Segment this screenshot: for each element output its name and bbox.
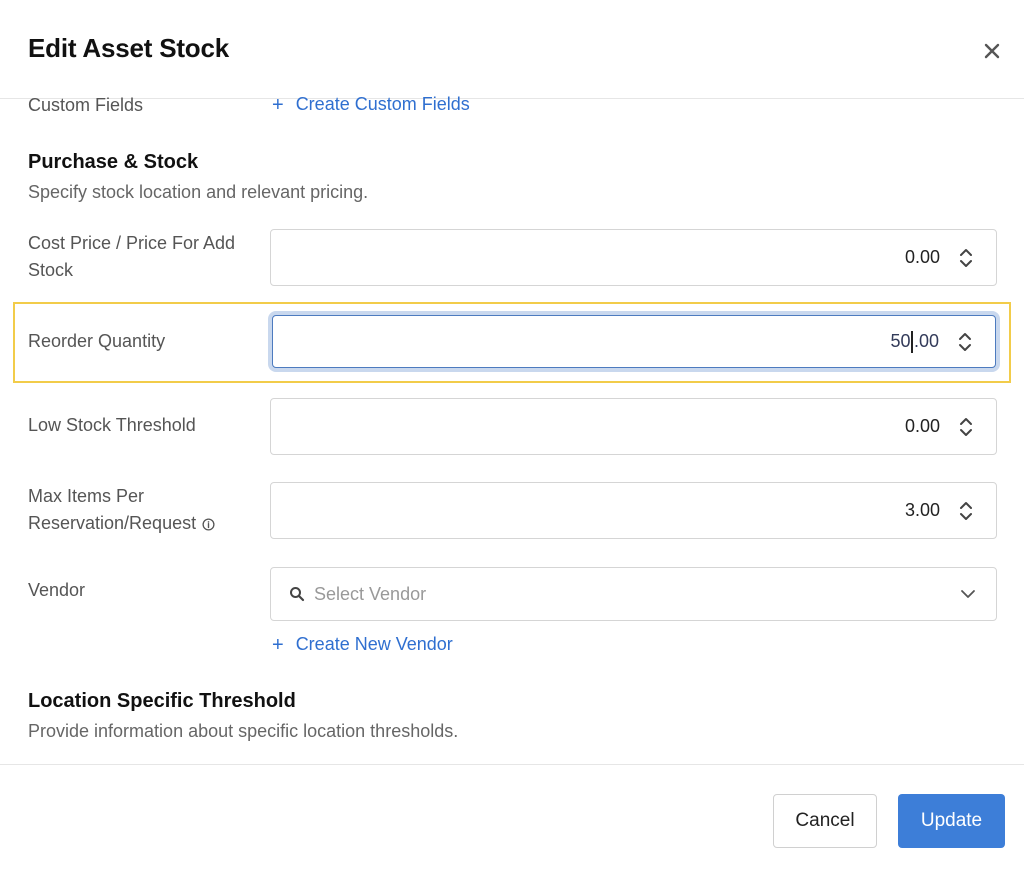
chevron-down-icon: [961, 590, 975, 598]
cancel-button[interactable]: Cancel: [773, 794, 877, 848]
max-items-input[interactable]: 3.00: [270, 482, 997, 539]
location-threshold-title: Location Specific Threshold: [28, 690, 296, 712]
spinner-arrows-icon[interactable]: [958, 415, 974, 439]
reorder-quantity-value-integer: 50: [890, 331, 911, 351]
location-threshold-description: Provide information about specific locat…: [28, 721, 459, 741]
search-icon: [290, 587, 305, 602]
spinner-arrows-icon[interactable]: [958, 499, 974, 523]
create-custom-fields-text: Create Custom Fields: [295, 94, 470, 114]
create-new-vendor-link[interactable]: + Create New Vendor: [272, 634, 453, 655]
purchase-stock-description: Specify stock location and relevant pric…: [28, 182, 369, 202]
purchase-stock-title: Purchase & Stock: [28, 151, 199, 173]
reorder-quantity-value: 50.00: [890, 316, 939, 367]
modal-footer: Cancel Update: [0, 764, 1024, 877]
low-stock-threshold-input[interactable]: 0.00: [270, 398, 997, 455]
reorder-quantity-input[interactable]: 50.00: [272, 315, 996, 368]
close-icon: [984, 43, 1000, 59]
modal-header: Edit Asset Stock: [0, 0, 1024, 99]
spinner-arrows-icon[interactable]: [958, 246, 974, 270]
vendor-placeholder: Select Vendor: [314, 583, 427, 604]
cost-price-label: Cost Price / Price For Add Stock: [28, 233, 236, 280]
max-items-label: Max Items Per Reservation/Request: [28, 483, 248, 537]
cost-price-input[interactable]: 0.00: [270, 229, 997, 286]
spinner-arrows-icon[interactable]: [957, 330, 973, 354]
plus-icon: +: [272, 633, 284, 656]
modal-title: Edit Asset Stock: [28, 33, 230, 63]
text-caret: [911, 330, 913, 353]
vendor-label: Vendor: [28, 580, 86, 600]
create-new-vendor-text: Create New Vendor: [295, 634, 453, 654]
close-button[interactable]: [978, 37, 1006, 65]
low-stock-threshold-label: Low Stock Threshold: [28, 415, 196, 435]
plus-icon: +: [272, 93, 284, 116]
reorder-quantity-value-decimal: .00: [913, 331, 939, 351]
custom-fields-label: Custom Fields: [28, 95, 144, 115]
edit-asset-stock-modal: Edit Asset Stock Custom Fields + Create …: [0, 0, 1024, 877]
update-button[interactable]: Update: [898, 794, 1005, 848]
low-stock-threshold-value: 0.00: [904, 416, 940, 436]
create-custom-fields-link[interactable]: + Create Custom Fields: [272, 94, 470, 115]
cost-price-value: 0.00: [904, 247, 940, 267]
reorder-quantity-label: Reorder Quantity: [28, 331, 166, 351]
vendor-select[interactable]: Select Vendor: [270, 567, 997, 621]
max-items-value: 3.00: [904, 500, 940, 520]
max-items-label-text: Max Items Per Reservation/Request: [28, 486, 197, 533]
info-icon[interactable]: [202, 518, 215, 531]
